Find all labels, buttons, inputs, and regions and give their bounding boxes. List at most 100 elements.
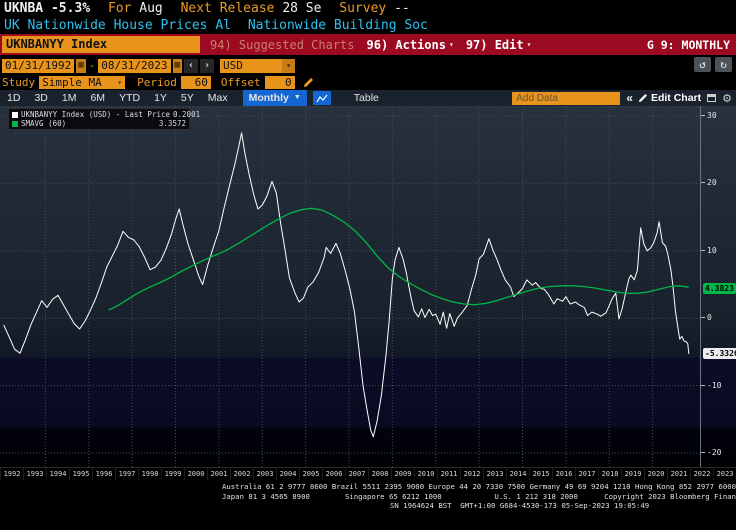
year-label: 2007 [345,468,368,480]
legend-item-smavg[interactable]: SMAVG (60) 3.3572 [12,119,186,128]
edit-chart-button[interactable]: Edit Chart [638,92,701,104]
year-label: 1996 [92,468,115,480]
year-label: 2013 [483,468,506,480]
year-label: 2006 [322,468,345,480]
year-label: 2014 [506,468,529,480]
series-smavg-line [108,207,689,311]
legend-label: UKNBANYY Index (USD) - Last Price [21,110,171,119]
y-tick-label: 0 [701,313,712,322]
terminal-footer: Australia 61 2 9777 8600 Brazil 5511 239… [0,480,736,511]
edit-button[interactable]: 97) Edit ▾ [466,38,532,52]
period-label: Period [137,75,177,89]
study-select[interactable]: Simple MA ▾ [39,75,126,89]
study-toolbar: Study Simple MA ▾ Period 60 Offset 0 [0,74,736,90]
chart-plot[interactable] [0,106,700,467]
end-date-input[interactable]: 08/31/2023 [98,58,171,73]
collapse-panel-icon[interactable]: « [626,91,633,105]
footer-contact-line-1: Australia 61 2 9777 8600 Brazil 5511 239… [222,482,736,491]
year-label: 2002 [230,468,253,480]
chevron-down-icon: ▾ [117,77,123,87]
terminal-header: UKNBA -5.3% For Aug Next Release 28 Se S… [0,0,736,34]
chart-mode-label: G 9: MONTHLY [646,37,730,52]
last-price-axis-badge: -5.3326 [703,348,736,360]
range-tabs: 1D 3D 1M 6M YTD 1Y 5Y Max [0,90,235,106]
offset-input[interactable]: 0 [264,75,295,89]
year-label: 2001 [207,468,230,480]
suggested-charts-button[interactable]: 94) Suggested Charts [210,38,355,52]
chart-type-button[interactable] [312,91,331,105]
y-axis[interactable]: 30 20 10 0 -10 -20 4.3823 -5.3326 [700,106,736,467]
next-period-button[interactable]: › [199,58,214,73]
undo-button[interactable]: ↺ [694,57,711,72]
chevron-down-icon: ▾ [526,40,532,49]
period-input[interactable]: 60 [180,75,211,89]
tab-6m[interactable]: 6M [83,90,112,106]
last-change: -5.3% [50,1,91,16]
year-label: 1995 [69,468,92,480]
year-label: 2020 [644,468,667,480]
redo-button[interactable]: ↻ [715,57,732,72]
year-label: 2009 [391,468,414,480]
tab-5y[interactable]: 5Y [174,90,201,106]
date-toolbar: 01/31/1992 ▦ - 08/31/2023 ▦ ‹ › USD ▾ ↺ … [0,55,736,74]
table-button[interactable]: Table [347,90,386,106]
security-summary-line: UKNBA -5.3% For Aug Next Release 28 Se S… [4,0,736,17]
year-label: 2019 [621,468,644,480]
study-label: Study [2,75,36,89]
tab-1m[interactable]: 1M [55,90,84,106]
chart-legend: UKNBANYY Index (USD) - Last Price 0.2001… [8,108,200,130]
y-tick-label: -10 [701,381,721,390]
tab-1y[interactable]: 1Y [147,90,174,106]
footer-session-line: SN 1964624 BST GMT+1:00 G684-4530-173 05… [390,501,650,510]
ticker: UKNBA [4,1,44,16]
y-tick-label: 20 [701,178,717,187]
year-label: 2016 [552,468,575,480]
start-date-input[interactable]: 01/31/1992 [2,58,75,73]
year-label: 1999 [161,468,184,480]
chevron-down-icon: ▾ [282,58,295,73]
gear-icon[interactable]: ⚙ [722,92,732,105]
date-range-dash: - [88,59,96,72]
y-tick-label: 30 [701,111,717,120]
line-chart-icon [316,94,328,102]
security-field[interactable]: UKNBANYY Index [2,36,200,53]
year-label: 2021 [667,468,690,480]
legend-value: 0.2001 [173,110,201,119]
calendar-icon[interactable]: ▦ [76,58,86,73]
legend-value: 3.3572 [158,119,186,128]
edit-study-pencil-icon[interactable] [303,77,314,88]
popout-window-icon[interactable] [707,94,717,102]
next-release-value: 28 Se [282,1,322,16]
chart-area[interactable]: UKNBANYY Index (USD) - Last Price 0.2001… [0,106,736,467]
year-label: 2008 [368,468,391,480]
actions-button[interactable]: 96) Actions ▾ [367,38,454,52]
legend-item-last-price[interactable]: UKNBANYY Index (USD) - Last Price 0.2001 [12,110,200,119]
year-label: 1998 [138,468,161,480]
tab-ytd[interactable]: YTD [112,90,147,106]
year-label: 2005 [299,468,322,480]
security-source: Nationwide Building Soc [247,18,428,33]
year-label: 2022 [690,468,713,480]
tab-max[interactable]: Max [201,90,235,106]
x-axis-years: 1992 1993 1994 1995 1996 1997 1998 1999 2000 2001… [0,467,736,480]
year-label: 1992 [0,468,23,480]
year-label: 2010 [414,468,437,480]
chevron-down-icon: ▾ [448,40,454,49]
tab-3d[interactable]: 3D [27,90,54,106]
interval-select[interactable]: Monthly ▼ [242,90,307,106]
calendar-icon[interactable]: ▦ [172,58,182,73]
add-data-input[interactable]: Add Data [512,91,621,105]
prev-period-button[interactable]: ‹ [183,58,198,73]
range-bar: 1D 3D 1M 6M YTD 1Y 5Y Max Monthly ▼ Table Add D… [0,90,736,106]
tab-1d[interactable]: 1D [0,90,27,106]
chevron-down-icon: ▼ [293,94,301,101]
y-tick-label: 10 [701,246,717,255]
year-label: 2011 [437,468,460,480]
year-label: 1993 [23,468,46,480]
year-label: 2003 [253,468,276,480]
year-label: 2023 [713,468,736,480]
year-label: 2017 [575,468,598,480]
currency-select[interactable]: USD ▾ [220,58,295,73]
year-label: 2000 [184,468,207,480]
offset-label: Offset [220,75,261,89]
